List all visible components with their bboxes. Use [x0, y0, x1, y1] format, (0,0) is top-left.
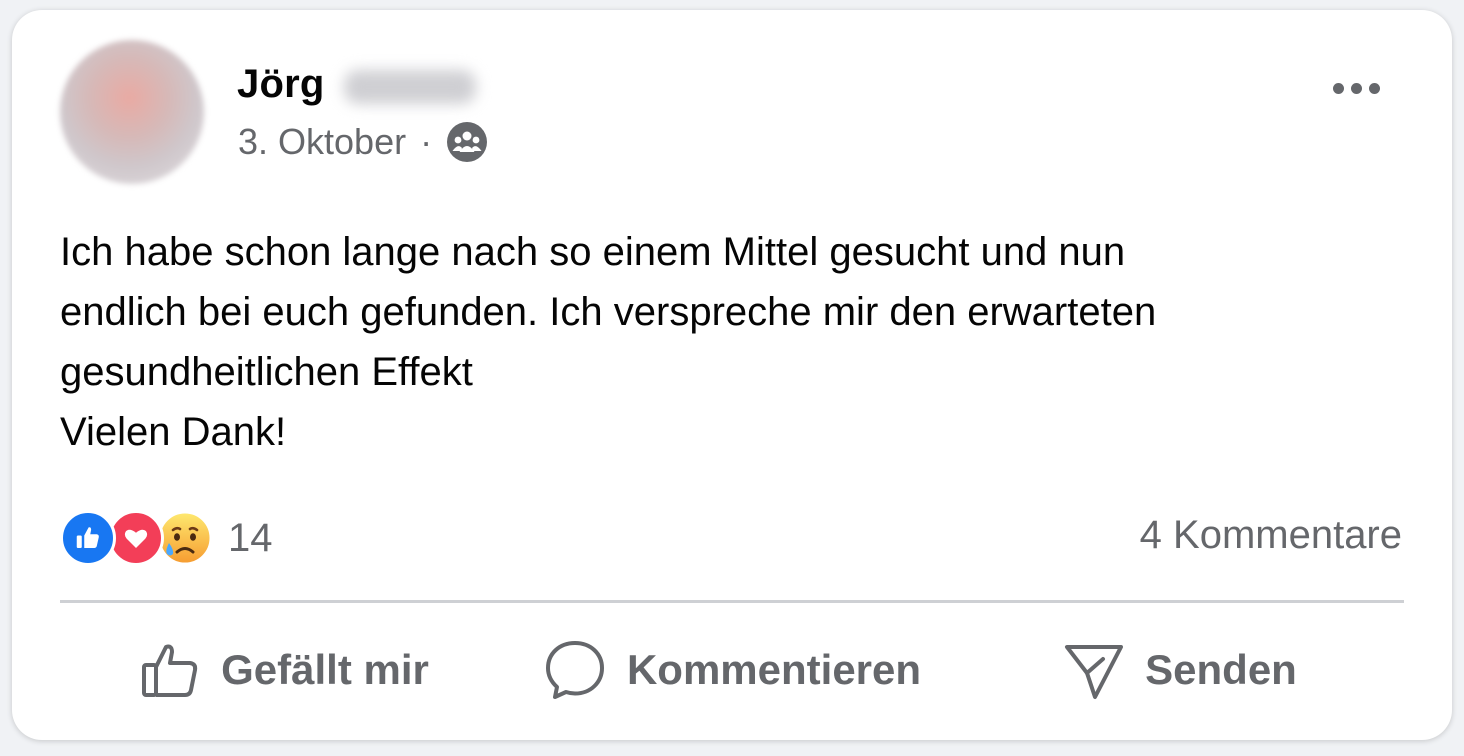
reactions-summary[interactable]: 14 — [60, 508, 273, 568]
divider — [60, 600, 1404, 603]
meta-separator: · — [420, 121, 433, 162]
post-text: Ich habe schon lange nach so einem Mitte… — [60, 230, 1157, 454]
send-button-label: Senden — [1145, 646, 1297, 693]
more-icon-dot — [1350, 82, 1362, 94]
love-icon — [108, 510, 164, 566]
comments-count-link[interactable]: 4 Kommentare — [1140, 513, 1402, 558]
reaction-count: 14 — [228, 515, 273, 560]
more-icon-dot — [1368, 82, 1380, 94]
more-icon-dot — [1332, 82, 1344, 94]
comment-button-label: Kommentieren — [626, 646, 922, 693]
more-options-button[interactable] — [1324, 68, 1388, 108]
comment-bubble-icon — [543, 638, 607, 702]
like-button-label: Gefällt mir — [221, 646, 429, 693]
comment-button[interactable]: Kommentieren — [508, 615, 956, 725]
group-icon — [446, 121, 488, 163]
post-date[interactable]: 3. Oktober — [238, 121, 406, 163]
send-button[interactable]: Senden — [956, 615, 1404, 725]
thumbs-up-icon — [139, 639, 201, 701]
send-icon — [1063, 639, 1125, 701]
like-icon — [60, 510, 116, 566]
post-meta: 3. Oktober · — [238, 120, 488, 164]
post-card: Jörg 3. Oktober · Ich habe schon lange n… — [12, 10, 1452, 740]
like-button[interactable]: Gefällt mir — [60, 615, 508, 725]
author-surname-blurred — [344, 70, 476, 104]
post-actions: Gefällt mir Kommentieren Senden — [60, 615, 1404, 725]
author-name[interactable]: Jörg — [237, 62, 324, 107]
sad-icon — [156, 509, 214, 567]
avatar[interactable] — [60, 40, 204, 184]
